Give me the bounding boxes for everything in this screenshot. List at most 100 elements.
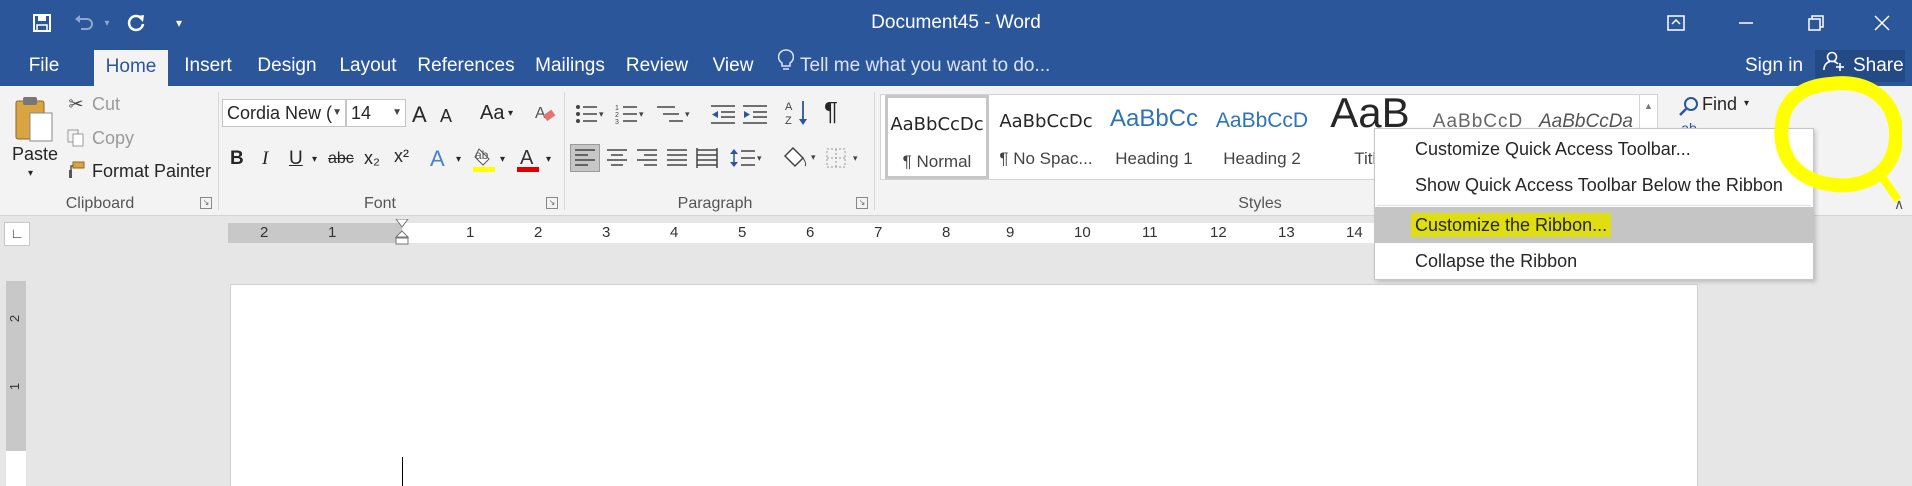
svg-text:▾: ▾ bbox=[639, 109, 644, 119]
ruler-number: 6 bbox=[806, 224, 815, 241]
ruler-number: 7 bbox=[874, 224, 883, 241]
vertical-ruler[interactable]: 2 1 bbox=[6, 281, 26, 486]
close-icon[interactable] bbox=[1852, 0, 1912, 46]
style-heading-2[interactable]: AaBbCcD Heading 2 bbox=[1209, 95, 1315, 179]
menu-item-customize-ribbon[interactable]: Customize the Ribbon... bbox=[1375, 207, 1813, 243]
italic-button[interactable]: I bbox=[262, 148, 268, 170]
tab-home[interactable]: Home bbox=[94, 50, 168, 86]
tab-design[interactable]: Design bbox=[252, 46, 322, 86]
tab-file[interactable]: File bbox=[18, 46, 70, 86]
search-icon bbox=[1678, 94, 1700, 118]
chevron-down-icon[interactable]: ▼ bbox=[392, 100, 402, 126]
ribbon-display-options-icon[interactable] bbox=[1646, 0, 1706, 46]
shading-icon[interactable]: ▾ bbox=[782, 144, 820, 172]
text-cursor bbox=[402, 457, 403, 486]
tab-layout[interactable]: Layout bbox=[334, 46, 402, 86]
font-color-icon[interactable]: A bbox=[514, 144, 542, 174]
bullets-icon[interactable]: ▾ bbox=[574, 100, 606, 128]
align-right-icon[interactable] bbox=[632, 144, 662, 172]
styles-group-label: Styles bbox=[1238, 195, 1282, 212]
svg-text:ab: ab bbox=[475, 148, 489, 162]
font-size-combo[interactable]: 14 ▼ bbox=[346, 99, 406, 127]
chevron-down-icon[interactable]: ▼ bbox=[332, 100, 342, 126]
cut-button[interactable]: Cut bbox=[92, 94, 120, 115]
menu-item-label: Customize Quick Access Toolbar... bbox=[1415, 139, 1691, 159]
strikethrough-button[interactable]: abc bbox=[328, 150, 354, 168]
distributed-icon[interactable] bbox=[692, 144, 722, 172]
window-title: Document45 - Word bbox=[871, 12, 1041, 33]
menu-item-customize-qat[interactable]: Customize Quick Access Toolbar... bbox=[1375, 131, 1813, 167]
find-button[interactable]: Find bbox=[1702, 94, 1737, 115]
tab-view[interactable]: View bbox=[704, 46, 762, 86]
clipboard-launcher-icon[interactable]: ↘ bbox=[200, 197, 212, 209]
underline-button[interactable]: U bbox=[289, 148, 303, 170]
menu-item-show-qat-below[interactable]: Show Quick Access Toolbar Below the Ribb… bbox=[1375, 167, 1813, 203]
show-formatting-marks-button[interactable]: ¶ bbox=[824, 96, 838, 127]
horizontal-ruler[interactable]: 2 1 1 2 3 4 5 6 7 8 9 10 11 12 13 14 bbox=[228, 218, 1374, 245]
ruler-number: 1 bbox=[466, 224, 475, 241]
tell-me-box[interactable]: Tell me what you want to do... bbox=[777, 46, 1050, 86]
chevron-up-icon[interactable]: ▲ bbox=[1644, 101, 1653, 111]
clear-formatting-icon[interactable]: A bbox=[532, 100, 558, 126]
tab-insert[interactable]: Insert bbox=[176, 46, 240, 86]
chevron-down-icon[interactable]: ▾ bbox=[508, 108, 513, 119]
grow-font-button[interactable]: A bbox=[412, 102, 427, 128]
sort-icon[interactable]: AZ bbox=[784, 98, 810, 128]
svg-text:2: 2 bbox=[615, 112, 619, 119]
clipboard-group-label: Clipboard bbox=[65, 195, 135, 212]
paste-icon[interactable] bbox=[10, 94, 58, 146]
paragraph-launcher-icon[interactable]: ↘ bbox=[856, 197, 868, 209]
lightbulb-icon bbox=[777, 46, 795, 86]
chevron-down-icon[interactable]: ▾ bbox=[312, 154, 317, 165]
paste-label[interactable]: Paste bbox=[12, 144, 58, 165]
chevron-down-icon[interactable]: ▾ bbox=[1744, 98, 1749, 109]
svg-text:1: 1 bbox=[615, 105, 619, 112]
ruler-number: 11 bbox=[1142, 224, 1158, 241]
chevron-down-icon[interactable]: ▾ bbox=[546, 154, 551, 165]
borders-icon[interactable]: ▾ bbox=[824, 144, 864, 172]
bold-button[interactable]: B bbox=[230, 148, 244, 170]
superscript-button[interactable]: x² bbox=[394, 146, 409, 167]
align-left-icon[interactable] bbox=[570, 144, 600, 172]
style-normal[interactable]: AaBbCcDc ¶ Normal bbox=[885, 95, 989, 179]
tab-references[interactable]: References bbox=[414, 46, 518, 86]
shrink-font-button[interactable]: A bbox=[440, 106, 452, 127]
ruler-number: 2 bbox=[260, 224, 269, 241]
menu-item-label: Show Quick Access Toolbar Below the Ribb… bbox=[1415, 175, 1783, 195]
format-painter-button[interactable]: Format Painter bbox=[92, 161, 211, 182]
document-area: 2 1 bbox=[0, 251, 1912, 486]
align-center-icon[interactable] bbox=[602, 144, 632, 172]
font-family-combo[interactable]: Cordia New ( ▼ bbox=[222, 99, 346, 127]
style-sample: AaBbCcD bbox=[1215, 109, 1309, 132]
chevron-down-icon[interactable]: ▾ bbox=[456, 154, 461, 165]
paste-dropdown-icon[interactable]: ▾ bbox=[28, 168, 33, 179]
text-effects-icon[interactable]: A bbox=[430, 146, 445, 172]
copy-button[interactable]: Copy bbox=[92, 128, 134, 149]
menu-item-collapse-ribbon[interactable]: Collapse the Ribbon bbox=[1375, 243, 1813, 279]
ruler-number: 10 bbox=[1074, 224, 1091, 241]
highlighter-icon[interactable]: ab bbox=[470, 144, 498, 174]
subscript-button[interactable]: x₂ bbox=[364, 148, 380, 169]
svg-text:▾: ▾ bbox=[599, 109, 604, 119]
numbering-icon[interactable]: 1 2 3 ▾ bbox=[614, 100, 648, 128]
justify-icon[interactable] bbox=[662, 144, 692, 172]
tab-mailings[interactable]: Mailings bbox=[530, 46, 610, 86]
ruler-number: 2 bbox=[534, 224, 543, 241]
indent-marker-icon[interactable] bbox=[394, 218, 410, 252]
decrease-indent-icon[interactable] bbox=[708, 100, 738, 128]
document-page[interactable] bbox=[230, 284, 1698, 486]
minimize-icon[interactable] bbox=[1716, 0, 1776, 46]
chevron-down-icon[interactable]: ▾ bbox=[500, 154, 505, 165]
restore-icon[interactable] bbox=[1786, 0, 1846, 46]
tab-selector-icon[interactable]: ∟ bbox=[4, 222, 30, 246]
change-case-button[interactable]: Aa bbox=[480, 102, 504, 125]
line-spacing-icon[interactable]: ▾ bbox=[728, 144, 766, 172]
font-launcher-icon[interactable]: ↘ bbox=[546, 197, 558, 209]
style-sample: AaBbCcDc bbox=[890, 114, 984, 135]
multilevel-list-icon[interactable]: ▾ bbox=[654, 100, 694, 128]
increase-indent-icon[interactable] bbox=[740, 100, 770, 128]
style-no-spacing[interactable]: AaBbCcDc ¶ No Spac... bbox=[993, 95, 1099, 179]
style-name: ¶ No Spac... bbox=[999, 149, 1093, 168]
tab-review[interactable]: Review bbox=[622, 46, 692, 86]
style-heading-1[interactable]: AaBbCc Heading 1 bbox=[1101, 95, 1207, 179]
